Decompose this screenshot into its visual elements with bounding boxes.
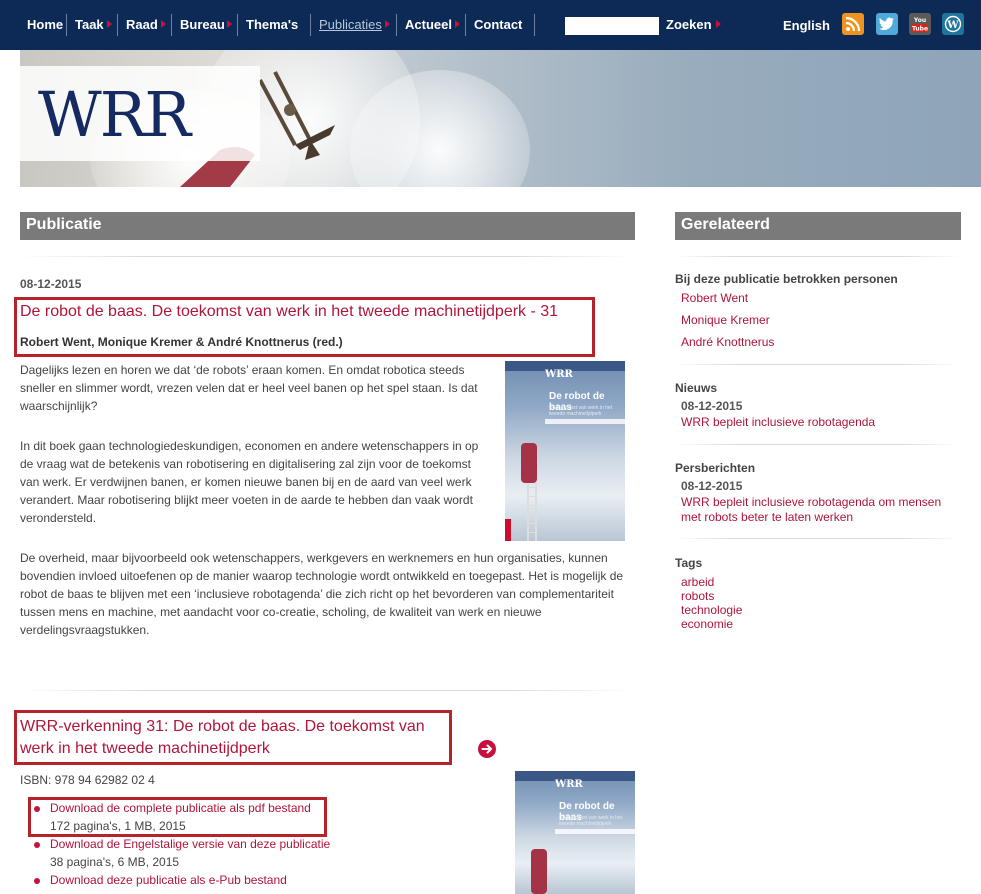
nav-arrow-icon [161,20,166,28]
nav-taak[interactable]: Taak [75,17,104,32]
logo-box[interactable]: WRR [20,66,260,161]
tag-link[interactable]: economie [681,617,733,631]
cover-band [545,419,625,424]
rss-icon[interactable] [842,13,864,35]
book-cover-image[interactable]: WRR De robot de baas De toekomst van wer… [515,771,635,894]
cover-red-marker [505,519,511,541]
wordpress-icon[interactable]: W [942,13,964,35]
news-heading: Nieuws [675,381,718,395]
divider [675,364,961,365]
download-english-link[interactable]: Download de Engelstalige versie van deze… [50,837,330,851]
nav-arrow-icon [107,20,112,28]
tags-heading: Tags [675,556,703,570]
nav-home[interactable]: Home [27,17,63,32]
cover-subtitle: De toekomst van werk in het tweede machi… [559,815,623,827]
nav-separator [237,14,238,36]
nav-arrow-icon [455,20,460,28]
nav-arrow-icon [385,20,390,28]
search-button[interactable]: Zoeken [666,17,712,32]
youtube-icon[interactable]: You Tube [909,13,931,35]
divider [20,690,635,691]
header-banner: WRR [20,50,981,187]
person-link[interactable]: André Knottnerus [681,335,774,349]
nav-separator [465,14,466,36]
nav-separator [310,14,311,36]
gerelateerd-header: Gerelateerd [675,212,961,240]
wrr-logo: WRR [38,78,191,151]
news-date: 08-12-2015 [681,399,743,413]
nav-separator [66,14,67,36]
nav-separator [171,14,172,36]
bullet-icon [34,842,40,848]
nav-separator [117,14,118,36]
bullet-icon [34,878,40,884]
svg-text:You: You [913,17,926,24]
divider [675,538,961,539]
isbn-text: ISBN: 978 94 62982 02 4 [20,773,155,787]
tag-link[interactable]: technologie [681,603,742,617]
highlight-frame [14,710,452,765]
search-arrow-icon [716,20,721,28]
language-english-link[interactable]: English [783,18,830,33]
nav-actueel[interactable]: Actueel [405,17,452,32]
nav-contact[interactable]: Contact [474,17,522,32]
intro-paragraph-2: In dit boek gaan technologiedeskundigen,… [20,439,479,525]
intro-paragraph-1: Dagelijks lezen en horen we dat ‘de robo… [20,363,478,413]
divider [675,256,961,257]
intro-paragraph-3: De overheid, maar bijvoorbeeld ook weten… [20,551,624,637]
nav-separator [534,14,535,36]
publicatie-header: Publicatie [20,212,635,240]
persons-heading: Bij deze publicatie betrokken personen [675,272,898,286]
svg-text:Tube: Tube [912,26,928,33]
cover-band [555,829,635,834]
press-link[interactable]: WRR bepleit inclusieve robotagenda om me… [681,495,956,525]
nav-raad[interactable]: Raad [126,17,158,32]
cover-person [531,849,547,894]
svg-text:W: W [946,20,959,31]
top-navigation: Home Taak Raad Bureau Thema's Publicatie… [0,0,981,50]
arrow-right-icon[interactable] [478,740,496,758]
person-link[interactable]: Monique Kremer [681,313,770,327]
highlight-frame [14,297,595,357]
news-link[interactable]: WRR bepleit inclusieve robotagenda [681,415,875,429]
press-heading: Persberichten [675,461,756,475]
book-cover-image[interactable]: WRR De robot de baas De toekomst van wer… [505,361,625,541]
publication-date: 08-12-2015 [20,277,82,291]
twitter-icon[interactable] [876,13,898,35]
nav-publicaties[interactable]: Publicaties [319,17,382,32]
download-epub-link[interactable]: Download deze publicatie als e-Pub besta… [50,873,287,887]
tag-link[interactable]: robots [681,589,714,603]
cover-subtitle: De toekomst van werk in het tweede machi… [549,405,613,417]
tag-link[interactable]: arbeid [681,575,714,589]
person-link[interactable]: Robert Went [681,291,748,305]
nav-arrow-icon [227,20,232,28]
divider [20,256,635,257]
cover-brand: WRR [545,369,573,380]
highlight-frame [28,797,327,837]
cover-person [521,443,537,483]
cover-brand: WRR [555,779,583,790]
divider [675,444,961,445]
download-meta: 38 pagina's, 6 MB, 2015 [50,855,180,869]
press-date: 08-12-2015 [681,479,743,493]
nav-separator [396,14,397,36]
nav-bureau[interactable]: Bureau [180,17,225,32]
nav-themas[interactable]: Thema's [246,17,298,32]
search-input[interactable] [565,17,659,35]
